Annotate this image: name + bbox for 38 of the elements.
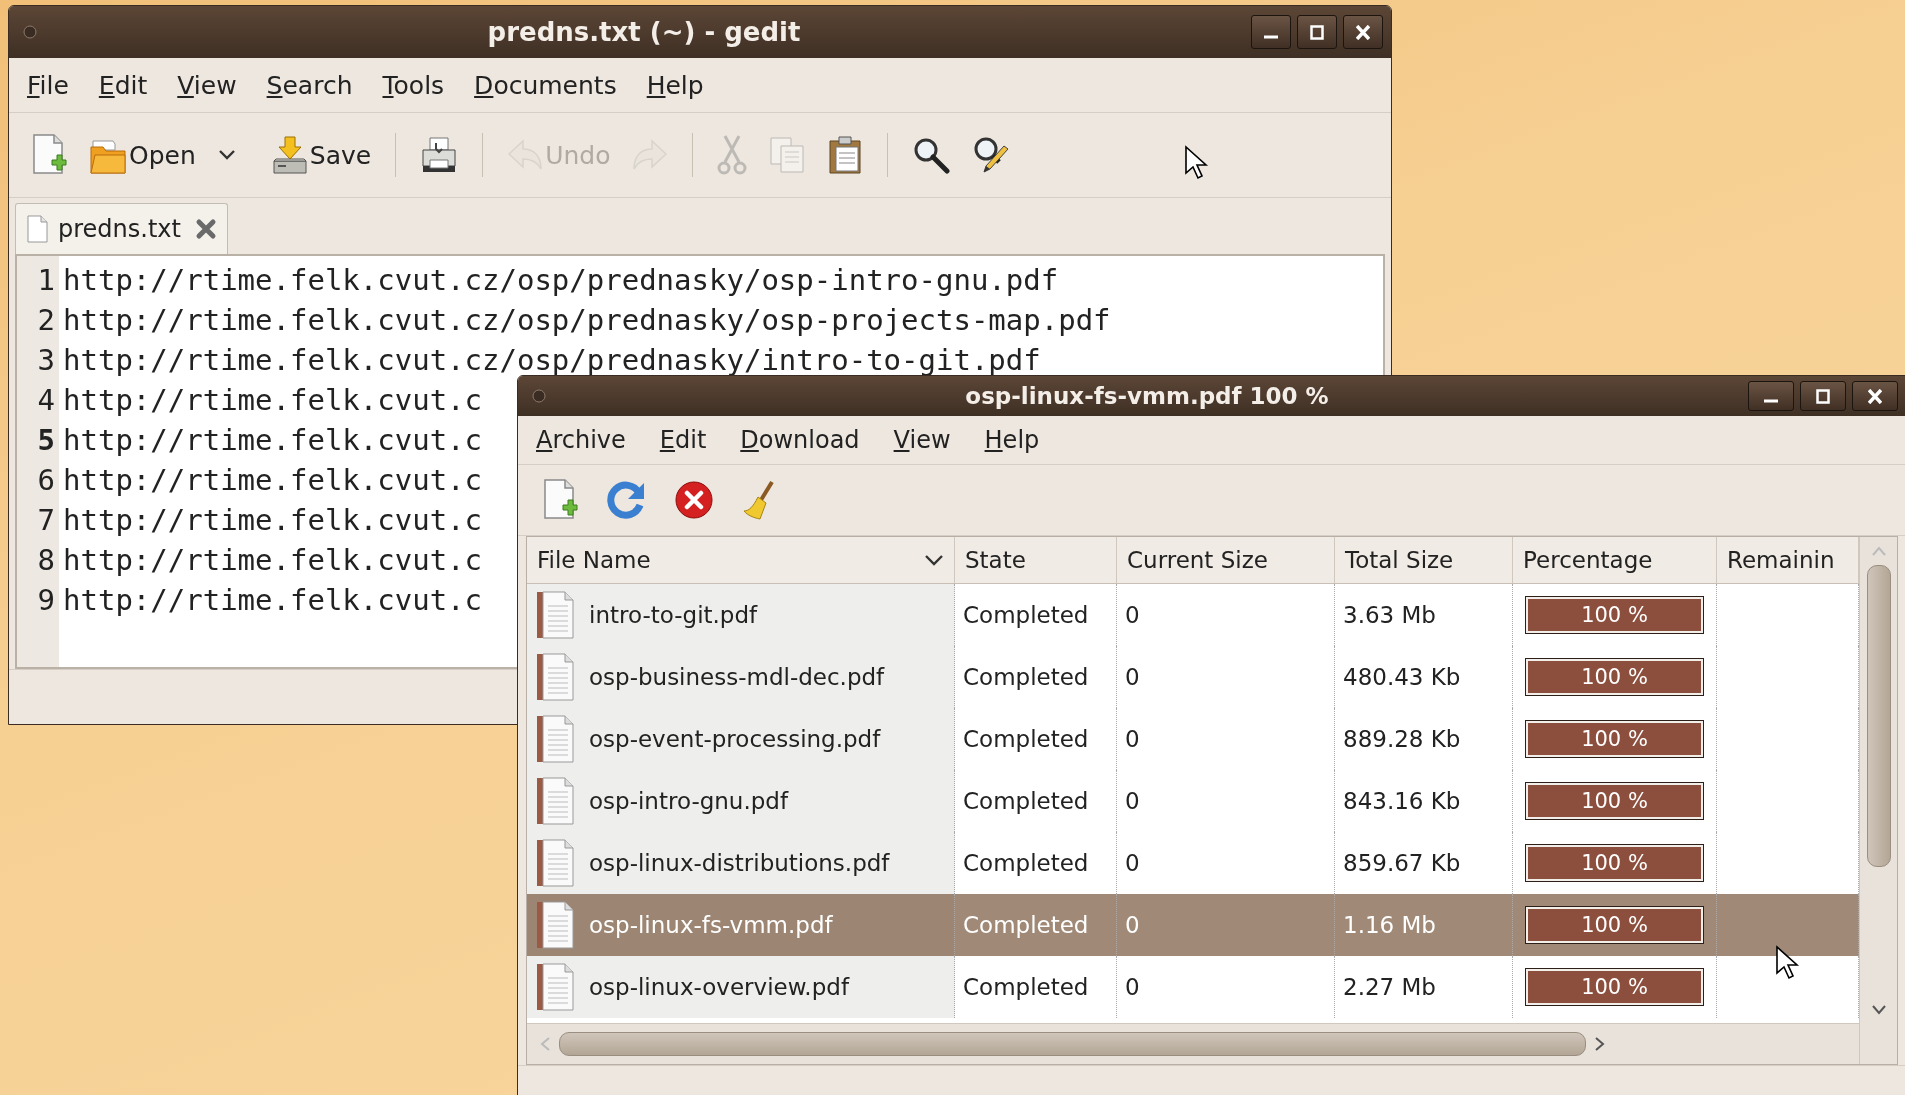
progress-label: 100 % <box>1581 851 1648 875</box>
progress-label: 100 % <box>1581 603 1648 627</box>
file-name: osp-intro-gnu.pdf <box>589 788 789 814</box>
tab-label: predns.txt <box>58 215 181 243</box>
progress-label: 100 % <box>1581 975 1648 999</box>
line-number: 9 <box>36 582 55 619</box>
code-line: http://rtime.felk.cvut.c <box>63 503 483 537</box>
progress-label: 100 % <box>1581 789 1648 813</box>
line-number: 1 <box>36 262 55 299</box>
line-number: 4 <box>36 382 55 419</box>
window-title: osp-linux-fs-vmm.pdf 100 % <box>964 383 1330 409</box>
file-name: osp-linux-fs-vmm.pdf <box>589 912 833 938</box>
code-line: http://rtime.felk.cvut.cz/osp/prednasky/intro-to-git.pdf <box>63 343 1041 377</box>
code-line: http://rtime.felk.cvut.cz/osp/prednasky/osp-intro-gnu.pdf <box>63 263 1059 297</box>
line-number: 5 <box>36 422 55 459</box>
progress-label: 100 % <box>1581 913 1648 937</box>
table-cell: Completed <box>955 956 1117 1018</box>
progress-label: 100 % <box>1581 665 1648 689</box>
table-cell: 0 <box>1117 956 1335 1018</box>
file-name: osp-linux-overview.pdf <box>589 974 849 1000</box>
file-name: osp-business-mdl-dec.pdf <box>589 664 885 690</box>
code-line: http://rtime.felk.cvut.c <box>63 543 483 577</box>
code-line: http://rtime.felk.cvut.c <box>63 423 483 457</box>
progress-label: 100 % <box>1581 727 1648 751</box>
line-number: 2 <box>36 302 55 339</box>
code-line: http://rtime.felk.cvut.cz/osp/prednasky/osp-projects-map.pdf <box>63 303 1111 337</box>
line-number: 3 <box>36 342 55 379</box>
code-line: http://rtime.felk.cvut.c <box>63 463 483 497</box>
code-line: http://rtime.felk.cvut.c <box>63 583 483 617</box>
file-name: osp-event-processing.pdf <box>589 726 881 752</box>
file-name: intro-to-git.pdf <box>589 602 758 628</box>
table-cell: 2.27 Mb <box>1335 956 1513 1018</box>
file-name: osp-linux-distributions.pdf <box>589 850 890 876</box>
code-line: http://rtime.felk.cvut.c <box>63 383 483 417</box>
line-number: 8 <box>36 542 55 579</box>
line-number: 7 <box>36 502 55 539</box>
window-title: predns.txt (~) - gedit <box>486 17 802 47</box>
line-number: 6 <box>36 462 55 499</box>
